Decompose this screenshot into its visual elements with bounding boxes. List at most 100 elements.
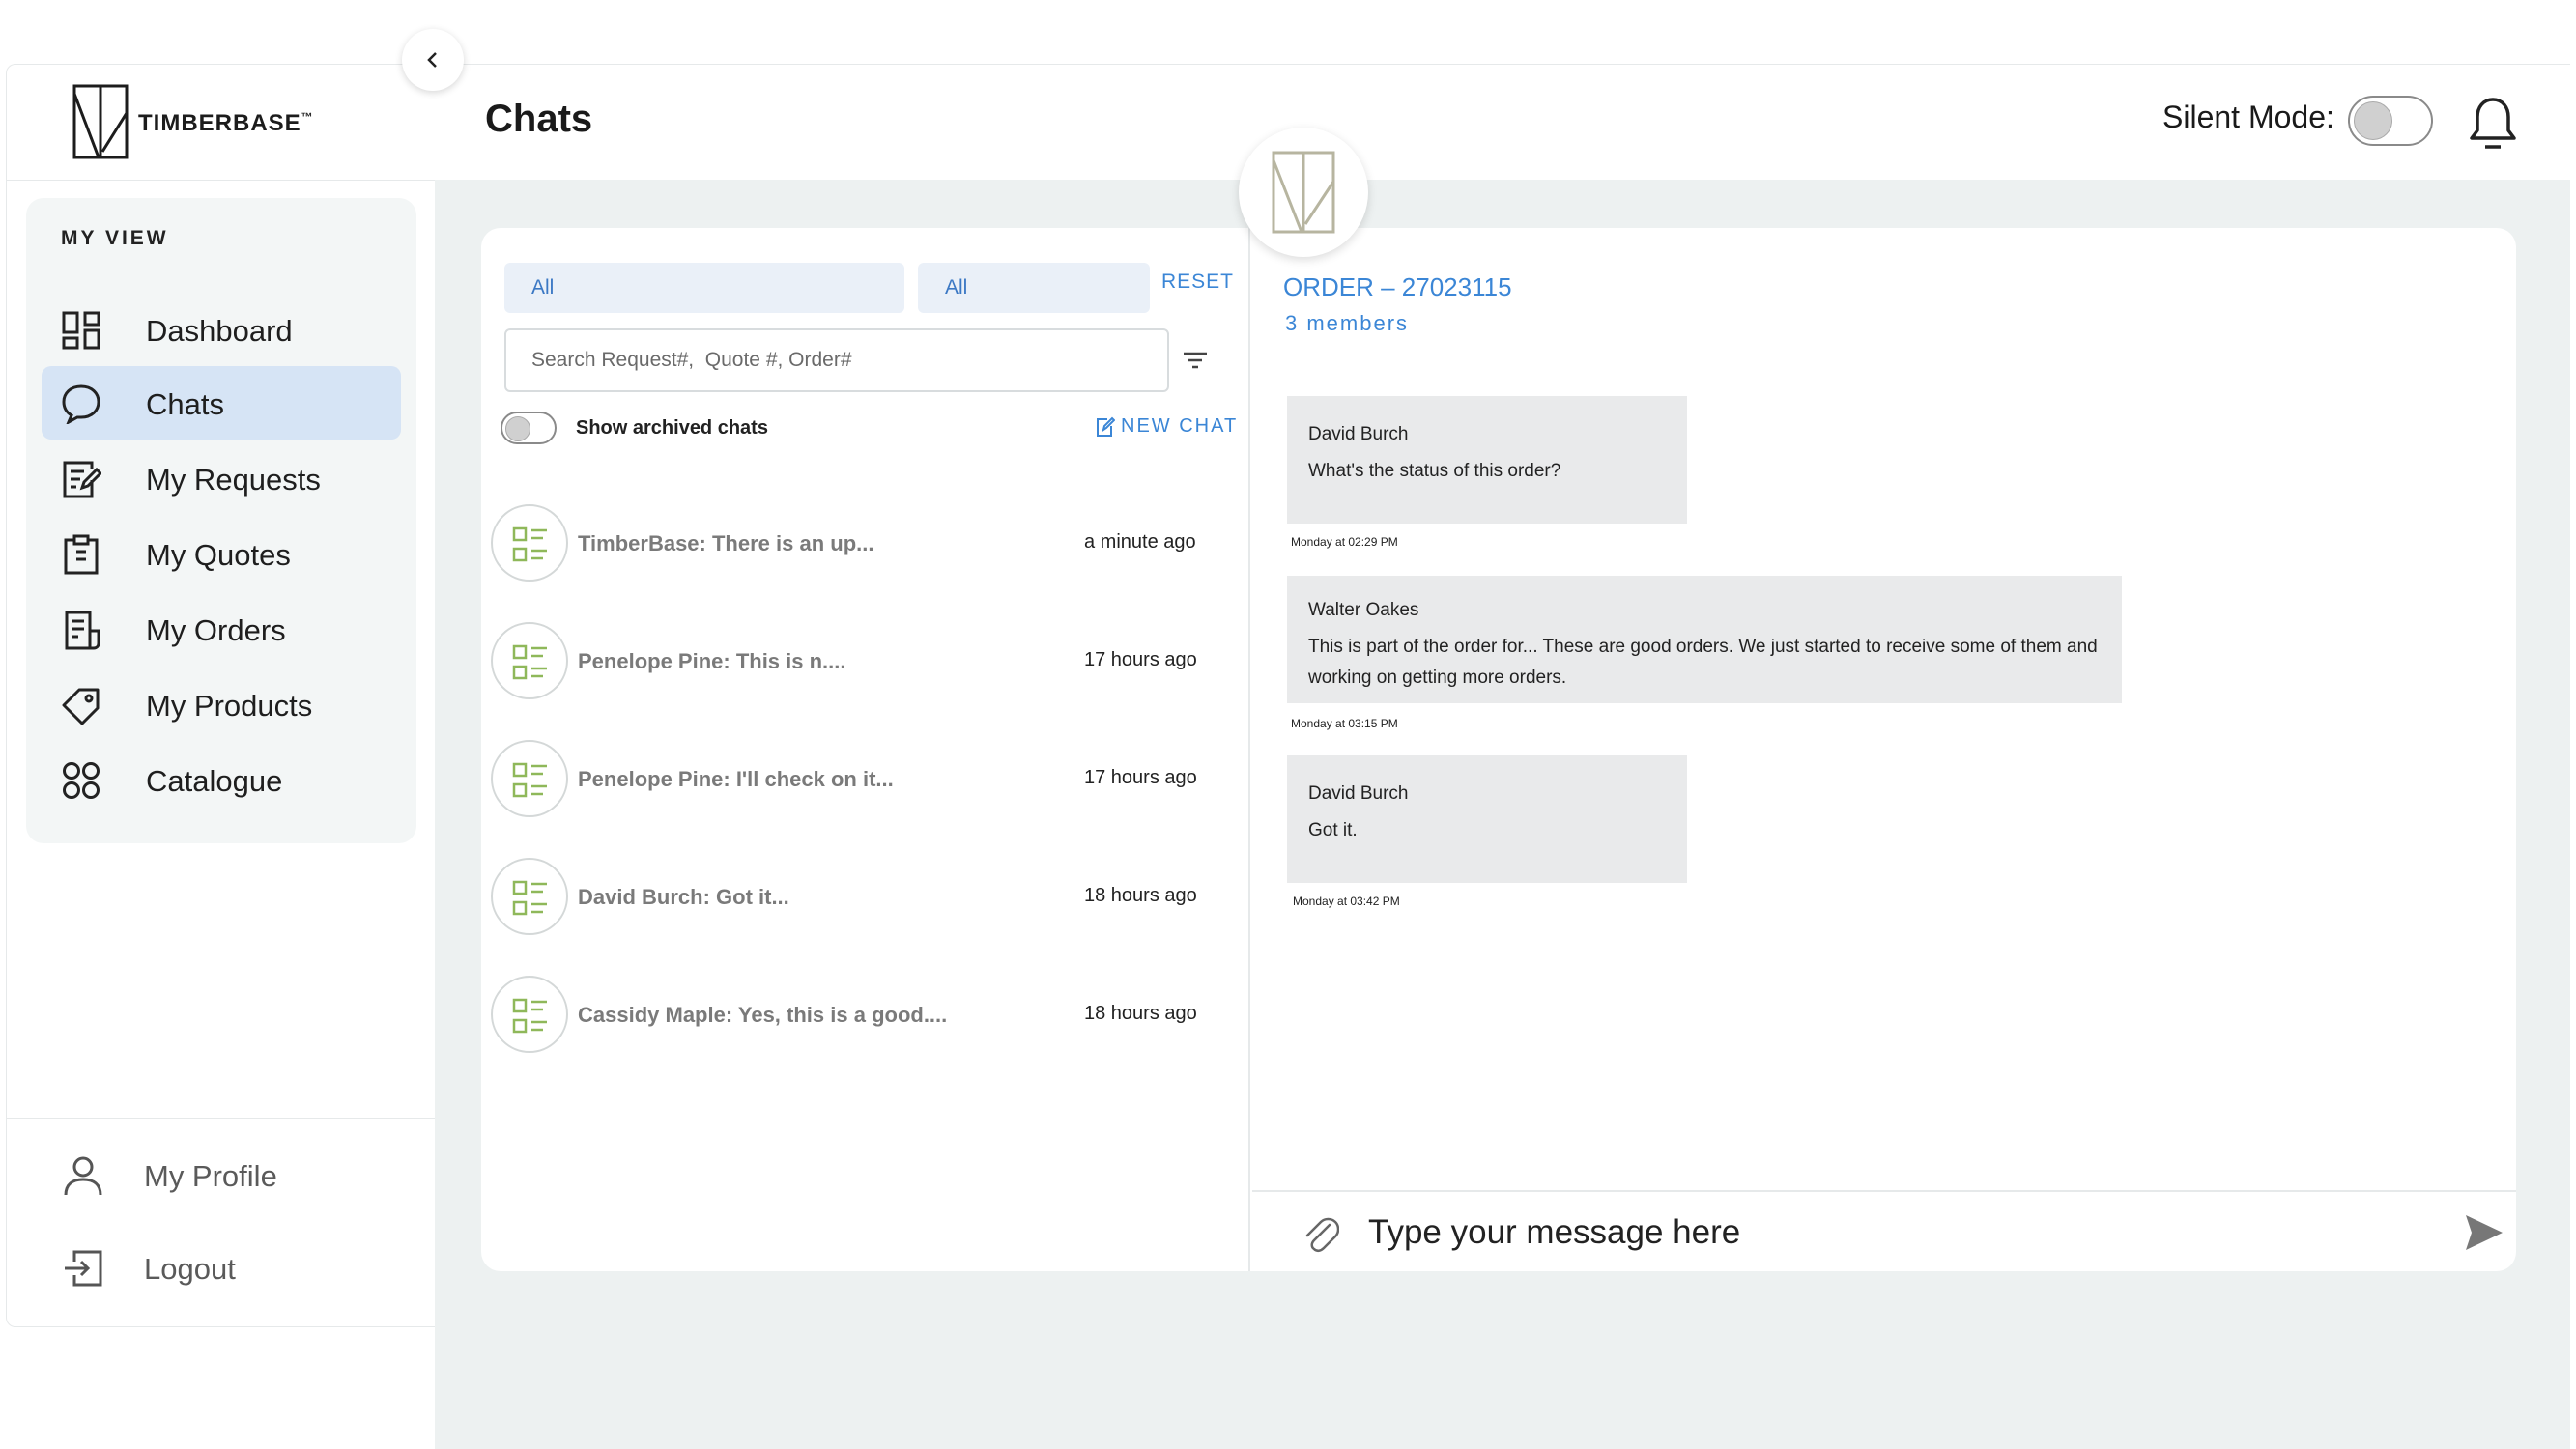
message-bubble: Walter Oakes This is part of the order f… xyxy=(1287,576,2122,703)
sidebar-item-label: Chats xyxy=(146,387,224,421)
chat-preview: TimberBase: There is an up... xyxy=(578,531,874,555)
status-filter-select[interactable]: All xyxy=(918,263,1150,313)
conversation-logo xyxy=(1239,128,1368,257)
send-icon[interactable] xyxy=(2462,1211,2504,1254)
sidebar-item-my-requests[interactable]: My Requests xyxy=(42,441,401,515)
order-list-icon xyxy=(512,526,547,562)
new-chat-label: NEW CHAT xyxy=(1121,415,1239,437)
order-avatar xyxy=(491,858,568,935)
order-list-icon xyxy=(512,998,547,1034)
order-avatar xyxy=(491,504,568,582)
top-header: Chats Silent Mode: xyxy=(435,64,2570,180)
chat-time: 18 hours ago xyxy=(1084,885,1197,906)
reset-filters-button[interactable]: RESET xyxy=(1161,270,1234,294)
sidebar-item-label: My Profile xyxy=(144,1159,277,1193)
timberbase-logo-icon xyxy=(1272,151,1335,234)
chat-preview: Penelope Pine: This is n.... xyxy=(578,649,846,673)
sidebar-item-my-products[interactable]: My Products xyxy=(42,668,401,741)
chat-panel: All All RESET Show archived chats NEW CH… xyxy=(481,228,2516,1271)
logo-area: TIMBERBASE™ xyxy=(7,65,436,181)
toggle-knob xyxy=(505,416,530,441)
message-author: David Burch xyxy=(1308,783,1409,804)
sidebar-item-my-quotes[interactable]: My Quotes xyxy=(42,517,401,590)
timberbase-logo-icon xyxy=(72,84,129,159)
search-input[interactable] xyxy=(504,328,1169,392)
brand-name: TIMBERBASE™ xyxy=(138,110,314,136)
receipt-icon xyxy=(65,611,100,650)
app-window: TIMBERBASE™ MY VIEW Dashboard Chats My R… xyxy=(0,0,2576,1449)
order-avatar xyxy=(491,740,568,817)
order-avatar xyxy=(491,622,568,699)
show-archived-toggle[interactable] xyxy=(501,412,557,444)
type-filter-select[interactable]: All xyxy=(504,263,904,313)
message-text: This is part of the order for... These a… xyxy=(1308,637,2098,688)
sidebar-item-my-orders[interactable]: My Orders xyxy=(42,592,401,666)
edit-icon xyxy=(1097,416,1115,437)
sidebar-item-dashboard[interactable]: Dashboard xyxy=(42,293,401,366)
chat-list-item[interactable]: Cassidy Maple: Yes, this is a good.... 1… xyxy=(491,968,1225,1061)
notification-bell-icon[interactable] xyxy=(2466,94,2520,152)
chat-list-item[interactable]: Penelope Pine: I'll check on it... 17 ho… xyxy=(491,732,1225,825)
sidebar-item-my-profile[interactable]: My Profile xyxy=(55,1142,403,1209)
chat-time: 17 hours ago xyxy=(1084,649,1197,670)
clipboard-icon xyxy=(64,534,99,575)
chat-list-item[interactable]: TimberBase: There is an up... a minute a… xyxy=(491,497,1225,589)
message-time: Monday at 03:15 PM xyxy=(1291,717,1398,730)
chat-time: 17 hours ago xyxy=(1084,767,1197,788)
chat-list-pane: All All RESET Show archived chats NEW CH… xyxy=(481,228,1250,1271)
show-archived-label: Show archived chats xyxy=(576,417,768,439)
message-text: What's the status of this order? xyxy=(1308,461,1561,482)
message-bubble: David Burch What's the status of this or… xyxy=(1287,396,1687,524)
my-view-title: MY VIEW xyxy=(61,227,169,249)
new-chat-button[interactable]: NEW CHAT xyxy=(1096,415,1238,438)
sidebar-item-catalogue[interactable]: Catalogue xyxy=(42,743,401,816)
paperclip-icon[interactable] xyxy=(1301,1211,1339,1254)
sidebar-item-label: My Products xyxy=(146,689,313,723)
message-author: Walter Oakes xyxy=(1308,600,1419,620)
sidebar-item-label: My Requests xyxy=(146,463,321,497)
sidebar-item-label: My Orders xyxy=(146,613,286,647)
tag-icon xyxy=(62,688,100,725)
chat-preview: David Burch: Got it... xyxy=(578,885,789,909)
logout-button[interactable]: Logout xyxy=(55,1235,403,1302)
message-input[interactable] xyxy=(1368,1206,2412,1260)
grid-circles-icon xyxy=(63,762,100,799)
chat-bubble-icon xyxy=(62,384,100,424)
silent-mode-label: Silent Mode: xyxy=(2162,99,2334,134)
collapse-sidebar-button[interactable] xyxy=(402,29,464,91)
logout-icon xyxy=(65,1250,102,1287)
toggle-knob xyxy=(2354,101,2392,140)
message-time: Monday at 03:42 PM xyxy=(1293,895,1400,908)
order-list-icon xyxy=(512,644,547,680)
conversation-members[interactable]: 3 members xyxy=(1285,311,1409,336)
silent-mode-toggle[interactable] xyxy=(2348,96,2433,146)
message-author: David Burch xyxy=(1308,424,1409,444)
message-composer xyxy=(1252,1190,2516,1271)
chat-preview: Cassidy Maple: Yes, this is a good.... xyxy=(578,1003,948,1027)
order-list-icon xyxy=(512,762,547,798)
chat-list-item[interactable]: David Burch: Got it... 18 hours ago xyxy=(491,850,1225,943)
order-avatar xyxy=(491,976,568,1053)
chat-preview: Penelope Pine: I'll check on it... xyxy=(578,767,894,791)
sidebar: TIMBERBASE™ MY VIEW Dashboard Chats My R… xyxy=(6,64,436,1328)
message-text: Got it. xyxy=(1308,820,1358,841)
page-title: Chats xyxy=(485,98,593,140)
sidebar-item-label: Dashboard xyxy=(146,314,293,348)
sidebar-item-label: Catalogue xyxy=(146,764,283,798)
conversation-title: ORDER – 27023115 xyxy=(1283,272,1512,301)
chat-time: a minute ago xyxy=(1084,531,1196,553)
message-bubble: David Burch Got it. xyxy=(1287,755,1687,883)
sidebar-item-chats[interactable]: Chats xyxy=(42,366,401,440)
dashboard-icon xyxy=(62,311,100,350)
sidebar-bottom: My Profile Logout xyxy=(7,1118,436,1328)
chevron-left-icon xyxy=(427,52,437,68)
chat-list-item[interactable]: Penelope Pine: This is n.... 17 hours ag… xyxy=(491,614,1225,707)
sidebar-item-label: Logout xyxy=(144,1252,236,1286)
my-view-panel: MY VIEW Dashboard Chats My Requests My Q… xyxy=(26,198,416,843)
request-edit-icon xyxy=(63,461,101,498)
filter-icon[interactable] xyxy=(1181,346,1210,375)
user-icon xyxy=(64,1156,102,1196)
chat-time: 18 hours ago xyxy=(1084,1003,1197,1024)
order-list-icon xyxy=(512,880,547,916)
message-time: Monday at 02:29 PM xyxy=(1291,535,1398,549)
